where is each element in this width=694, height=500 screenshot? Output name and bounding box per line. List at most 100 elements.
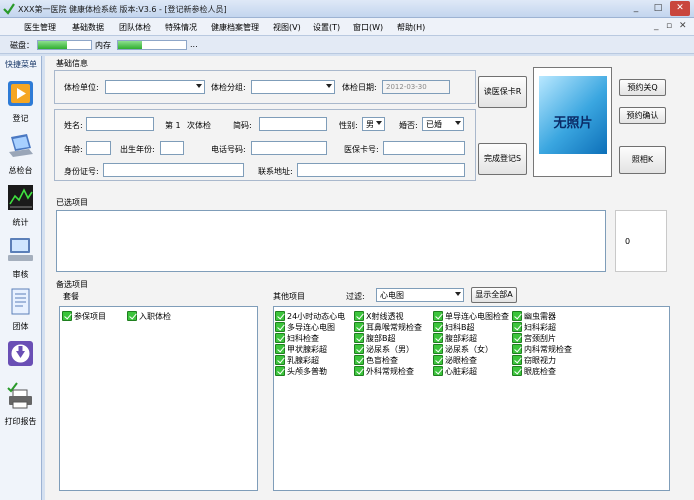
check-icon [433,344,443,354]
visit-count: 第 1 [165,121,181,130]
check-icon [433,355,443,365]
visit-count-suffix: 次体检 [187,121,211,130]
age-field[interactable] [86,141,111,155]
gender-select[interactable]: 男 [362,117,385,131]
package-label: 套餐 [63,292,79,301]
address-label: 联系地址: [258,167,293,176]
sidebar-item-label: 登记 [12,114,29,123]
window-title: XXX第一医院 健康体检系统 版本:V3.6 - [登记新参检人员] [18,5,227,14]
check-icon [354,311,364,321]
no-photo-text: 无照片 [553,116,593,131]
menu-window[interactable]: 窗口(W) [353,22,383,33]
check-icon [275,355,285,365]
selected-total: 0 [625,237,631,246]
appointment-confirm-button[interactable]: 预约确认 [619,107,666,124]
quick-menu-heading: 快捷菜单 [5,60,37,69]
sidebar-item-statistics[interactable]: 统计 [1,184,40,236]
name-field[interactable] [86,117,154,131]
read-insurance-card-button[interactable]: 读医保卡R [478,76,527,108]
sidebar-item-general-check[interactable]: 总检台 [1,132,40,184]
menu-special-cases[interactable]: 特殊情况 [165,22,197,33]
group-label: 体检分组: [211,83,246,92]
phone-field[interactable] [251,141,327,155]
chevron-down-icon [455,121,461,125]
other-items-list: 24小时动态心电 多导连心电图 妇科检查 甲状腺彩超 乳腺彩超 头颅多普勒 X射… [273,306,670,491]
filter-label: 过滤: [346,292,365,301]
chart-icon [8,185,33,210]
menu-health-records[interactable]: 健康档案管理 [211,22,259,33]
photo-placeholder: 无照片 [539,76,607,154]
check-icon [127,311,137,321]
menu-bar: 医生管理 基础数据 团队体检 特殊情况 健康档案管理 视图(V) 设置(T) 窗… [0,18,694,36]
id-number-field[interactable] [103,163,244,177]
check-icon [354,333,364,343]
sidebar-item-group[interactable]: 团体 [1,288,40,340]
selected-total-box: 0 [615,210,667,272]
disk-label: 磁盘： [10,41,34,50]
age-label: 年龄: [64,145,83,154]
date-field[interactable]: 2012-03-30 [382,80,450,94]
take-photo-button[interactable]: 照相K [619,146,666,174]
close-button[interactable]: ✕ [670,1,690,16]
check-icon [275,333,285,343]
id-number-label: 身份证号: [64,167,99,176]
minimize-button[interactable]: _ [626,1,646,16]
download-icon [8,341,33,366]
sidebar-item-review[interactable]: 审核 [1,236,40,288]
chevron-down-icon [376,121,382,125]
birth-year-field[interactable] [160,141,184,155]
selected-items-list[interactable] [56,210,606,272]
optional-items-heading: 备选项目 [56,280,88,289]
address-field[interactable] [297,163,465,177]
marital-select[interactable]: 已婚 [422,117,464,131]
menu-help[interactable]: 帮助(H) [397,22,425,33]
check-icon [275,366,285,376]
complete-registration-button[interactable]: 完成登记S [478,143,527,175]
check-icon [433,311,443,321]
sidebar-item-label: 总检台 [8,166,33,175]
sidebar-item-download[interactable] [1,340,40,372]
menu-settings[interactable]: 设置(T) [313,22,340,33]
pc-icon [8,238,33,261]
memory-meter [117,40,187,50]
photo-frame: 无照片 [533,67,612,177]
laptop-icon [9,134,33,157]
insurance-label: 医保卡号: [344,145,379,154]
basic-info-heading: 基础信息 [56,59,88,68]
check-icon [512,311,522,321]
menu-doctor-management[interactable]: 医生管理 [24,22,56,33]
show-all-button[interactable]: 显示全部A [471,287,517,303]
check-icon [275,322,285,332]
check-icon [354,366,364,376]
check-icon [62,311,72,321]
appointment-close-button[interactable]: 预约关Q [619,79,666,96]
group-select[interactable] [251,80,335,94]
printer-icon [7,382,32,409]
check-icon [354,355,364,365]
resource-bar: 磁盘： 内存 ... [0,36,694,54]
package-list: 参保项目 入职体检 [59,306,258,491]
check-icon [512,333,522,343]
quick-menu-sidebar: 快捷菜单 登记 总检台 统计 审核 团体 打印报告 [0,56,42,500]
menu-team-checkup[interactable]: 团队体检 [119,22,151,33]
menu-view[interactable]: 视图(V) [273,22,301,33]
maximize-button[interactable]: □ [648,1,668,16]
insurance-field[interactable] [383,141,465,155]
sidebar-item-print-report[interactable]: 打印报告 [1,382,40,432]
mdi-close-button[interactable]: ✕ [679,21,687,31]
filter-select[interactable]: 心电图 [376,288,464,302]
chevron-down-icon [196,84,202,88]
memory-meter-fill [118,41,142,49]
unit-label: 体检单位: [64,83,99,92]
unit-select[interactable] [105,80,205,94]
app-icon [3,3,15,15]
chevron-down-icon [455,292,461,296]
menu-basic-data[interactable]: 基础数据 [72,22,104,33]
date-label: 体检日期: [342,83,377,92]
mdi-minimize-button[interactable]: _ [654,21,659,31]
abbr-field[interactable] [259,117,327,131]
check-icon [512,366,522,376]
sidebar-item-register[interactable]: 登记 [1,80,40,132]
gender-label: 性别: [339,121,358,130]
mdi-restore-button[interactable]: ▫ [666,21,672,31]
